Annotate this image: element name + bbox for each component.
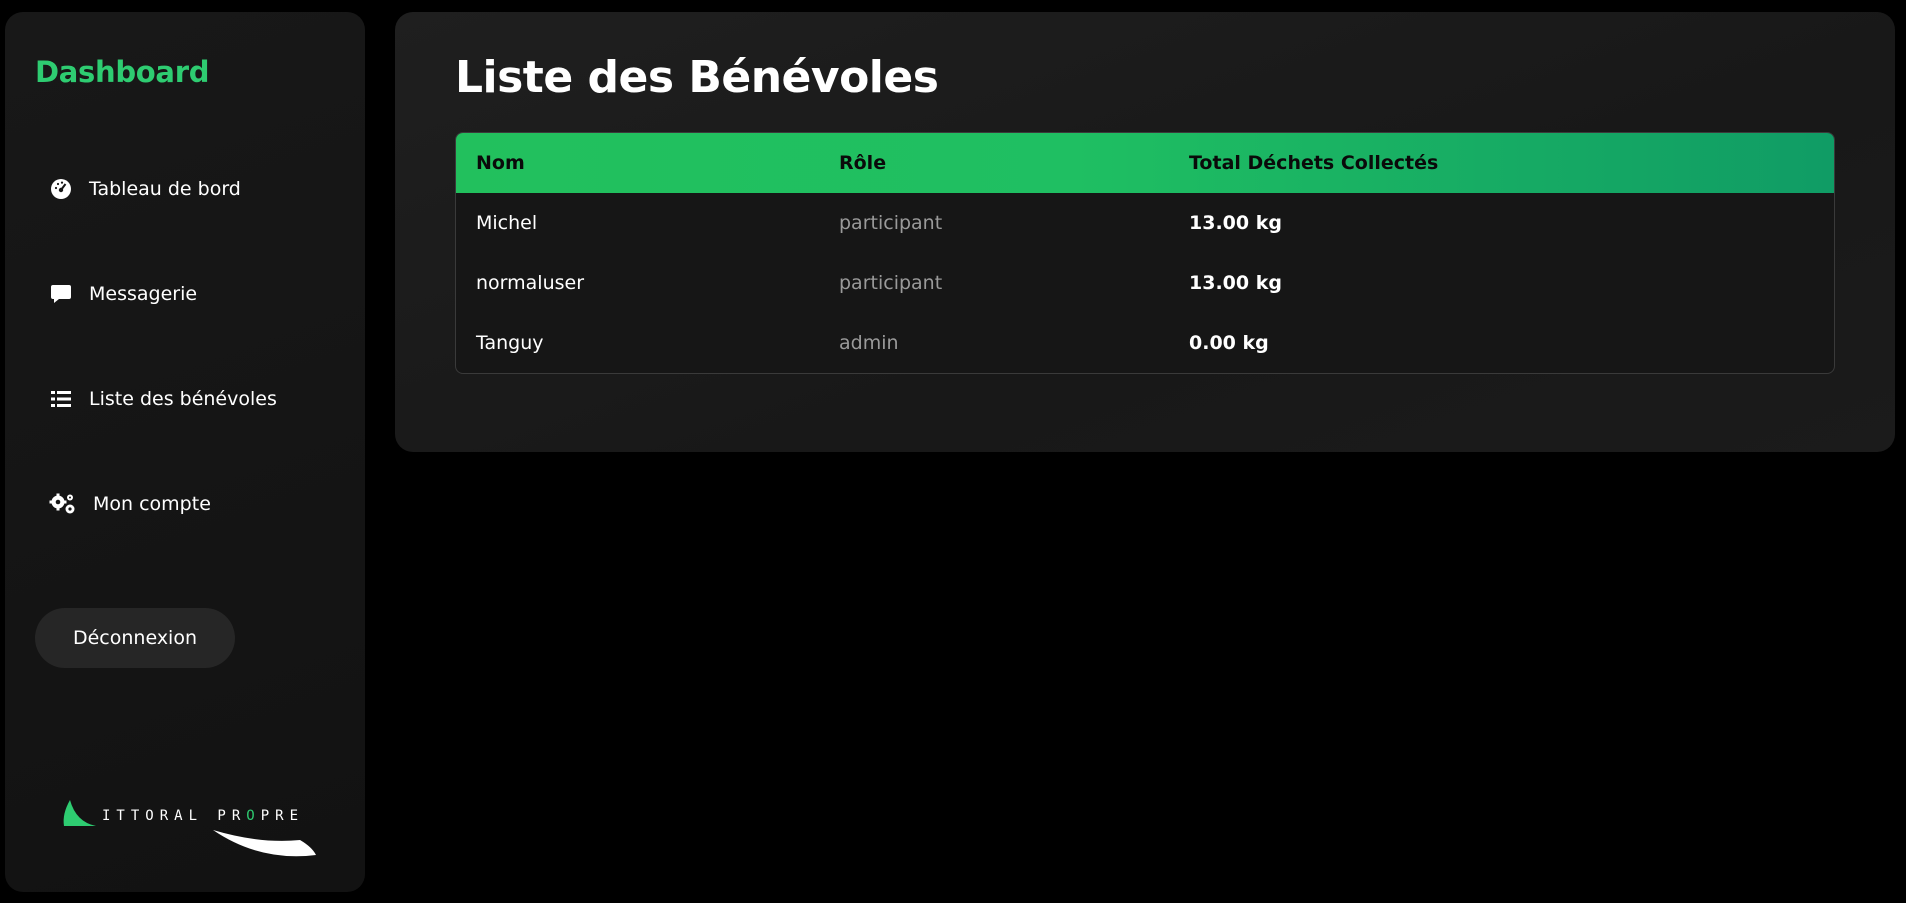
- page-title: Liste des Bénévoles: [455, 52, 939, 103]
- cell-role: participant: [839, 212, 943, 234]
- sidebar-title: Dashboard: [35, 55, 210, 89]
- sidebar-item-label: Liste des bénévoles: [89, 388, 277, 410]
- cell-name: normaluser: [476, 272, 585, 294]
- cell-name: Michel: [476, 212, 538, 234]
- column-header-name: Nom: [476, 152, 525, 174]
- sidebar-item-label: Tableau de bord: [89, 178, 241, 200]
- sidebar-item-tableau-de-bord[interactable]: Tableau de bord: [49, 169, 339, 209]
- cell-total: 0.00 kg: [1189, 332, 1269, 354]
- cell-name: Tanguy: [476, 332, 544, 354]
- table-header-row: Nom Rôle Total Déchets Collectés: [456, 133, 1834, 193]
- table-row: Tanguy admin 0.00 kg: [456, 313, 1834, 373]
- logo-text: ITTORAL PROPRE: [102, 808, 305, 824]
- littoral-propre-logo: ITTORAL PROPRE: [60, 792, 320, 862]
- gauge-icon: [49, 177, 73, 201]
- message-icon: [49, 282, 73, 306]
- cell-role: participant: [839, 272, 943, 294]
- column-header-total: Total Déchets Collectés: [1189, 152, 1439, 174]
- sidebar-item-label: Messagerie: [89, 283, 198, 305]
- table-row: Michel participant 13.00 kg: [456, 193, 1834, 253]
- main-panel: Liste des Bénévoles Nom Rôle Total Déche…: [395, 12, 1895, 452]
- sidebar-item-liste-des-benevoles[interactable]: Liste des bénévoles: [49, 379, 339, 419]
- table-row: normaluser participant 13.00 kg: [456, 253, 1834, 313]
- cell-role: admin: [839, 332, 899, 354]
- logout-button[interactable]: Déconnexion: [35, 608, 235, 668]
- list-icon: [49, 387, 73, 411]
- sidebar-item-label: Mon compte: [93, 493, 211, 515]
- gears-icon: [49, 492, 77, 516]
- column-header-role: Rôle: [839, 152, 887, 174]
- volunteers-table: Nom Rôle Total Déchets Collectés Michel …: [455, 132, 1835, 374]
- sidebar-item-messagerie[interactable]: Messagerie: [49, 274, 339, 314]
- cell-total: 13.00 kg: [1189, 272, 1282, 294]
- sidebar-nav: Tableau de bord Messagerie Liste des bén…: [49, 169, 339, 589]
- sidebar: Dashboard Tableau de bord Messagerie Lis…: [5, 12, 365, 892]
- cell-total: 13.00 kg: [1189, 212, 1282, 234]
- sidebar-item-mon-compte[interactable]: Mon compte: [49, 484, 339, 524]
